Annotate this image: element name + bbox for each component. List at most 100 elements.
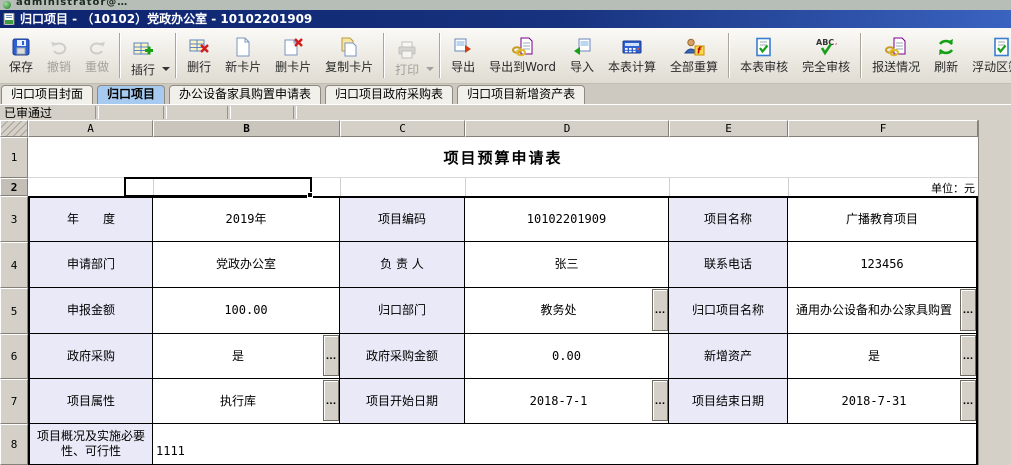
- copy-card-button[interactable]: 复制卡片: [318, 29, 380, 82]
- project-attribute-value[interactable]: 执行库…: [153, 379, 340, 424]
- status-separator: [293, 106, 297, 119]
- tab-gov-procurement[interactable]: 归口项目政府采购表: [325, 85, 453, 104]
- recalc-all-icon: f: [683, 34, 705, 60]
- tab-project-main[interactable]: 归口项目: [97, 85, 165, 104]
- ellipsis-button[interactable]: …: [652, 380, 668, 421]
- apply-dept-label[interactable]: 申请部门: [30, 242, 153, 288]
- row-header-4[interactable]: 4: [0, 242, 28, 288]
- window-titlebar: 归口项目 - （10102）党政办公室 - 10102201909: [0, 10, 1011, 28]
- declared-amount-label[interactable]: 申报金额: [30, 288, 153, 334]
- row-header-5[interactable]: 5: [0, 288, 28, 334]
- project-overview-label[interactable]: 项目概况及实施必要性、可行性: [30, 424, 153, 465]
- gov-procurement-amount-value[interactable]: 0.00: [465, 334, 669, 379]
- insert-row-button[interactable]: 插行: [124, 32, 162, 80]
- statusbar: 已审通过: [0, 104, 1011, 120]
- person-value[interactable]: 张三: [465, 242, 669, 288]
- import-button[interactable]: 导入: [563, 29, 601, 82]
- redo-icon: [87, 34, 107, 60]
- column-header-d[interactable]: D: [465, 120, 669, 137]
- column-header-e[interactable]: E: [669, 120, 788, 137]
- export-button[interactable]: 导出: [444, 29, 482, 82]
- budget-form-table: 年 度 2019年 项目编码 10102201909 项目名称 广播教育项目 申…: [28, 196, 978, 465]
- status-separator: [95, 106, 99, 119]
- ellipsis-button[interactable]: …: [323, 380, 339, 421]
- tab-office-equipment[interactable]: 办公设备家具购置申请表: [169, 85, 321, 104]
- sheet-calc-button[interactable]: 本表计算: [601, 29, 663, 82]
- status-separator: [227, 106, 231, 119]
- float-filter-button[interactable]: 浮动区筛选: [965, 29, 1011, 82]
- save-button[interactable]: 保存: [2, 29, 40, 82]
- refresh-button[interactable]: 刷新: [927, 29, 965, 82]
- delete-row-button[interactable]: 删行: [180, 29, 218, 82]
- fill-handle[interactable]: [307, 192, 313, 198]
- form-title[interactable]: 项目预算申请表: [28, 137, 978, 178]
- project-name-value[interactable]: 广播教育项目: [788, 198, 976, 242]
- grid-right-edge: [978, 120, 979, 465]
- gridline: [669, 178, 670, 196]
- window-title: 归口项目 - （10102）党政办公室 - 10102201909: [20, 10, 312, 28]
- person-label[interactable]: 负 责 人: [340, 242, 465, 288]
- export-icon: [453, 34, 473, 60]
- project-code-label[interactable]: 项目编码: [340, 198, 465, 242]
- ellipsis-button[interactable]: …: [652, 289, 668, 331]
- column-header-b[interactable]: B: [153, 120, 340, 137]
- column-header-f[interactable]: F: [788, 120, 978, 137]
- year-label[interactable]: 年 度: [30, 198, 153, 242]
- apply-dept-value[interactable]: 党政办公室: [153, 242, 340, 288]
- project-code-value[interactable]: 10102201909: [465, 198, 669, 242]
- svg-text:,: ,: [835, 38, 837, 46]
- end-date-label[interactable]: 项目结束日期: [669, 379, 788, 424]
- start-date-label[interactable]: 项目开始日期: [340, 379, 465, 424]
- gov-procurement-value[interactable]: 是…: [153, 334, 340, 379]
- new-asset-value[interactable]: 是…: [788, 334, 976, 379]
- undo-icon: [49, 34, 69, 60]
- gov-procurement-label[interactable]: 政府采购: [30, 334, 153, 379]
- tab-new-assets[interactable]: 归口项目新增资产表: [457, 85, 585, 104]
- sheet-audit-button[interactable]: 本表审核: [733, 29, 795, 82]
- ellipsis-button[interactable]: …: [960, 335, 976, 376]
- redo-button[interactable]: 重做: [78, 29, 116, 82]
- undo-button[interactable]: 撤销: [40, 29, 78, 82]
- delete-card-button[interactable]: 删卡片: [268, 29, 318, 82]
- recalc-all-button[interactable]: f 全部重算: [663, 29, 725, 82]
- end-date-value[interactable]: 2018-7-31…: [788, 379, 976, 424]
- start-date-value[interactable]: 2018-7-1…: [465, 379, 669, 424]
- row-header-7[interactable]: 7: [0, 379, 28, 424]
- ellipsis-button[interactable]: …: [323, 335, 339, 376]
- project-name-label[interactable]: 项目名称: [669, 198, 788, 242]
- column-header-a[interactable]: A: [28, 120, 153, 137]
- ellipsis-button[interactable]: …: [960, 380, 976, 421]
- row-header-8[interactable]: 8: [0, 424, 28, 465]
- phone-label[interactable]: 联系电话: [669, 242, 788, 288]
- new-card-button[interactable]: 新卡片: [218, 29, 268, 82]
- year-value[interactable]: 2019年: [153, 198, 340, 242]
- manage-project-name-label[interactable]: 归口项目名称: [669, 288, 788, 334]
- row-header-6[interactable]: 6: [0, 334, 28, 379]
- ellipsis-button[interactable]: …: [960, 289, 976, 331]
- project-overview-value[interactable]: 1111: [153, 424, 976, 465]
- phone-value[interactable]: 123456: [788, 242, 976, 288]
- manage-dept-value[interactable]: 教务处…: [465, 288, 669, 334]
- insert-row-dropdown-arrow[interactable]: [162, 67, 170, 71]
- manage-project-name-value[interactable]: 通用办公设备和办公家具购置…: [788, 288, 976, 334]
- manage-dept-label[interactable]: 归口部门: [340, 288, 465, 334]
- print-dropdown-arrow[interactable]: [426, 67, 434, 71]
- gov-procurement-amount-label[interactable]: 政府采购金额: [340, 334, 465, 379]
- row-header-2[interactable]: 2: [0, 178, 28, 196]
- tab-project-cover[interactable]: 归口项目封面: [1, 85, 93, 104]
- print-button[interactable]: 打印: [388, 32, 426, 80]
- full-audit-button[interactable]: ABC, 完全审核: [795, 29, 857, 82]
- report-status-button[interactable]: 报送情况: [865, 29, 927, 82]
- export-word-button[interactable]: 导出到Word: [482, 29, 563, 82]
- table-row: 项目属性 执行库… 项目开始日期 2018-7-1… 项目结束日期 2018-7…: [30, 379, 976, 424]
- gridline: [340, 178, 341, 196]
- float-filter-icon: [992, 34, 1011, 60]
- row-header-1[interactable]: 1: [0, 137, 28, 178]
- row-header-3[interactable]: 3: [0, 196, 28, 242]
- declared-amount-value[interactable]: 100.00: [153, 288, 340, 334]
- project-attribute-label[interactable]: 项目属性: [30, 379, 153, 424]
- row-headers: 1 2 3 4 5 6 7 8: [0, 137, 28, 465]
- new-asset-label[interactable]: 新增资产: [669, 334, 788, 379]
- column-header-c[interactable]: C: [340, 120, 465, 137]
- select-all-corner[interactable]: [0, 120, 28, 137]
